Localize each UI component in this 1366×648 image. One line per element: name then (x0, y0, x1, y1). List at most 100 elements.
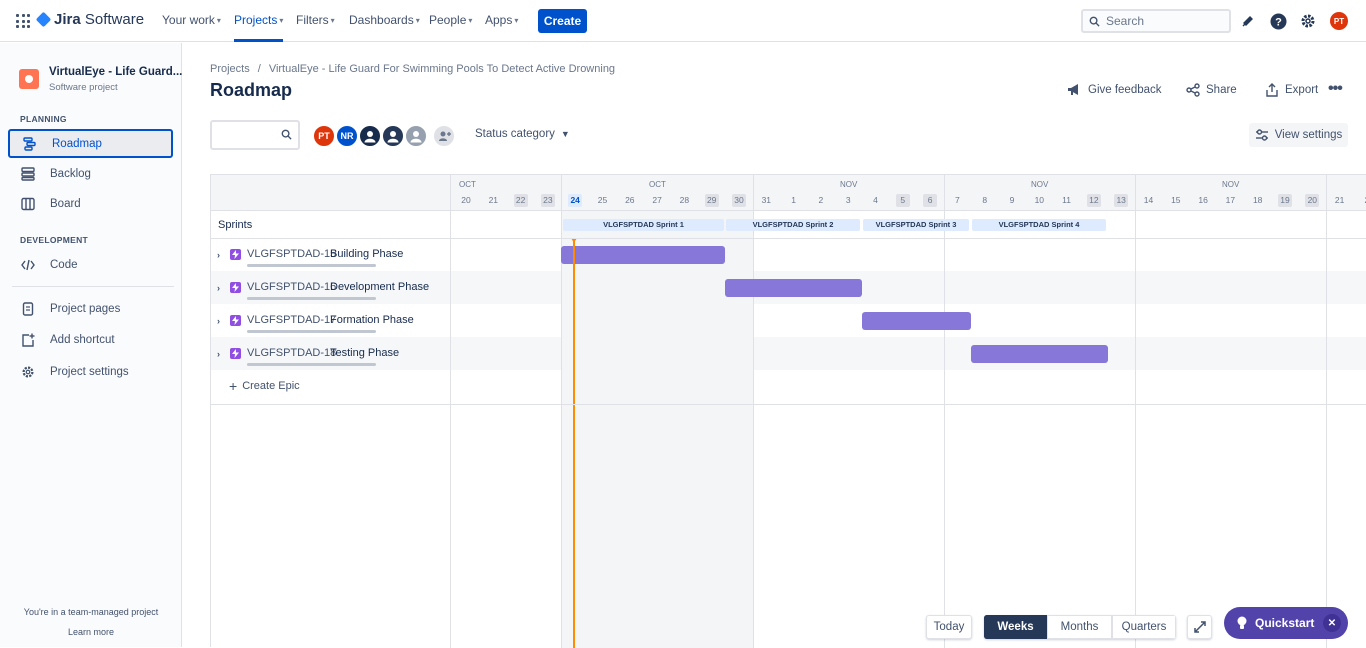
person-icon (364, 131, 376, 143)
epic-list-bottom-divider (211, 404, 1366, 405)
chevron-right-icon[interactable]: › (217, 283, 220, 293)
epic-key: VLGFSPTDAD-16 (247, 281, 337, 293)
day-label: 29 (704, 194, 719, 207)
nav-your-work[interactable]: Your work ▾ (162, 13, 221, 27)
person-icon (387, 131, 399, 143)
export-button[interactable]: Export (1265, 83, 1318, 97)
app-switcher-icon[interactable] (16, 14, 30, 28)
sidebar-item-board[interactable]: Board (8, 189, 173, 218)
jira-logo[interactable]: Jira Software (35, 11, 144, 28)
week-gridline (753, 175, 754, 648)
learn-more-link[interactable]: Learn more (0, 627, 182, 637)
sidebar-item-project-settings[interactable]: Project settings (8, 357, 173, 386)
more-actions-icon[interactable]: ••• (1328, 80, 1343, 98)
add-people-icon[interactable] (432, 124, 456, 148)
chevron-right-icon[interactable]: › (217, 349, 220, 359)
sprint-chip[interactable]: VLGFSPTDAD Sprint 2 (726, 219, 860, 231)
nav-people[interactable]: People ▾ (429, 13, 472, 27)
project-avatar (19, 69, 39, 89)
sidebar-item-project-pages[interactable]: Project pages (8, 294, 173, 323)
breadcrumb-project[interactable]: VirtualEye - Life Guard For Swimming Poo… (269, 63, 615, 75)
breadcrumb-projects[interactable]: Projects (210, 63, 250, 75)
sidebar-item-label: Board (50, 197, 81, 210)
close-icon[interactable]: ✕ (1323, 614, 1341, 632)
breadcrumb: Projects / VirtualEye - Life Guard For S… (210, 63, 615, 75)
people-avatar[interactable] (381, 124, 405, 148)
sidebar-item-code[interactable]: Code (8, 250, 173, 279)
nav-projects[interactable]: Projects ▾ (234, 13, 284, 42)
week-gridline (1326, 175, 1327, 648)
status-category-dropdown[interactable]: Status category ▼ (475, 128, 570, 140)
epic-key: VLGFSPTDAD-18 (247, 347, 337, 359)
week-gridline (944, 175, 945, 648)
today-button[interactable]: Today (926, 615, 972, 639)
months-button[interactable]: Months (1047, 615, 1112, 639)
epic-row[interactable]: › VLGFSPTDAD-16 Development Phase (211, 272, 450, 305)
give-feedback-button[interactable]: Give feedback (1067, 83, 1162, 96)
quickstart-button[interactable]: Quickstart ✕ (1224, 607, 1348, 639)
profile-avatar[interactable]: PT (1330, 12, 1348, 30)
fullscreen-icon[interactable] (1187, 615, 1212, 639)
export-label: Export (1285, 84, 1319, 96)
roadmap-search-input[interactable] (210, 120, 300, 150)
search-icon (281, 129, 292, 140)
sprint-chip[interactable]: VLGFSPTDAD Sprint 3 (863, 219, 969, 231)
epic-row[interactable]: › VLGFSPTDAD-18 Testing Phase (211, 338, 450, 371)
sidebar-item-label: Add shortcut (50, 333, 115, 346)
chevron-right-icon[interactable]: › (217, 250, 220, 260)
share-button[interactable]: Share (1186, 83, 1237, 97)
notifications-icon[interactable] (1238, 11, 1258, 31)
day-label: 27 (652, 195, 662, 205)
chevron-right-icon[interactable]: › (217, 316, 220, 326)
settings-gear-icon[interactable] (1298, 11, 1318, 31)
day-label: 3 (845, 195, 851, 205)
people-avatar[interactable]: PT (312, 124, 336, 148)
project-type: Software project (49, 82, 118, 93)
breadcrumb-separator: / (257, 63, 261, 75)
export-icon (1266, 83, 1278, 97)
day-label: 10 (1034, 195, 1045, 205)
sprint-chip[interactable]: VLGFSPTDAD Sprint 4 (972, 219, 1106, 231)
sidebar-item-roadmap[interactable]: Roadmap (8, 129, 173, 158)
sprint-chip[interactable]: VLGFSPTDAD Sprint 1 (563, 219, 724, 231)
day-label: 12 (1086, 194, 1101, 207)
day-label: 19 (1278, 194, 1292, 207)
sidebar-item-backlog[interactable]: Backlog (8, 159, 173, 188)
view-settings-button[interactable]: View settings (1249, 123, 1348, 147)
epic-row[interactable]: › VLGFSPTDAD-15 Building Phase (211, 239, 450, 272)
project-name[interactable]: VirtualEye - Life Guard... (49, 66, 182, 78)
epic-timeline-bar[interactable] (561, 246, 725, 264)
weeks-button[interactable]: Weeks (984, 615, 1047, 639)
nav-filters[interactable]: Filters ▾ (296, 13, 335, 27)
nav-dashboards[interactable]: Dashboards ▾ (349, 13, 420, 27)
add-shortcut-icon (20, 332, 36, 348)
give-feedback-label: Give feedback (1088, 83, 1162, 96)
search-input[interactable]: Search (1081, 9, 1231, 33)
epic-row[interactable]: › VLGFSPTDAD-17 Formation Phase (211, 305, 450, 338)
epic-progress-bar (247, 330, 376, 333)
sidebar-item-label: Project settings (50, 365, 129, 378)
people-avatar[interactable] (404, 124, 428, 148)
day-label: 2 (818, 195, 824, 205)
epic-progress-bar (247, 264, 376, 267)
nav-apps[interactable]: Apps ▾ (485, 13, 518, 27)
board-icon (20, 196, 36, 212)
page-title: Roadmap (210, 80, 293, 100)
help-icon[interactable]: ? (1268, 11, 1288, 31)
planning-heading: PLANNING (20, 114, 67, 124)
day-label: 14 (1143, 195, 1154, 205)
epic-timeline-bar[interactable] (862, 312, 971, 330)
nav-projects-label: Projects (234, 13, 278, 27)
epic-timeline-bar[interactable] (971, 345, 1108, 363)
nav-people-label: People (429, 13, 467, 27)
day-label: 23 (540, 194, 555, 207)
quarters-button[interactable]: Quarters (1112, 615, 1176, 639)
people-avatar[interactable] (358, 124, 382, 148)
create-button[interactable]: Create (538, 9, 587, 33)
epic-timeline-bar[interactable] (725, 279, 862, 297)
create-epic-button[interactable]: + Create Epic (229, 379, 300, 393)
people-avatar[interactable]: NR (335, 124, 359, 148)
team-managed-note: You're in a team-managed project (23, 607, 159, 617)
sidebar-item-add-shortcut[interactable]: Add shortcut (8, 325, 173, 354)
search-icon (1089, 16, 1100, 27)
